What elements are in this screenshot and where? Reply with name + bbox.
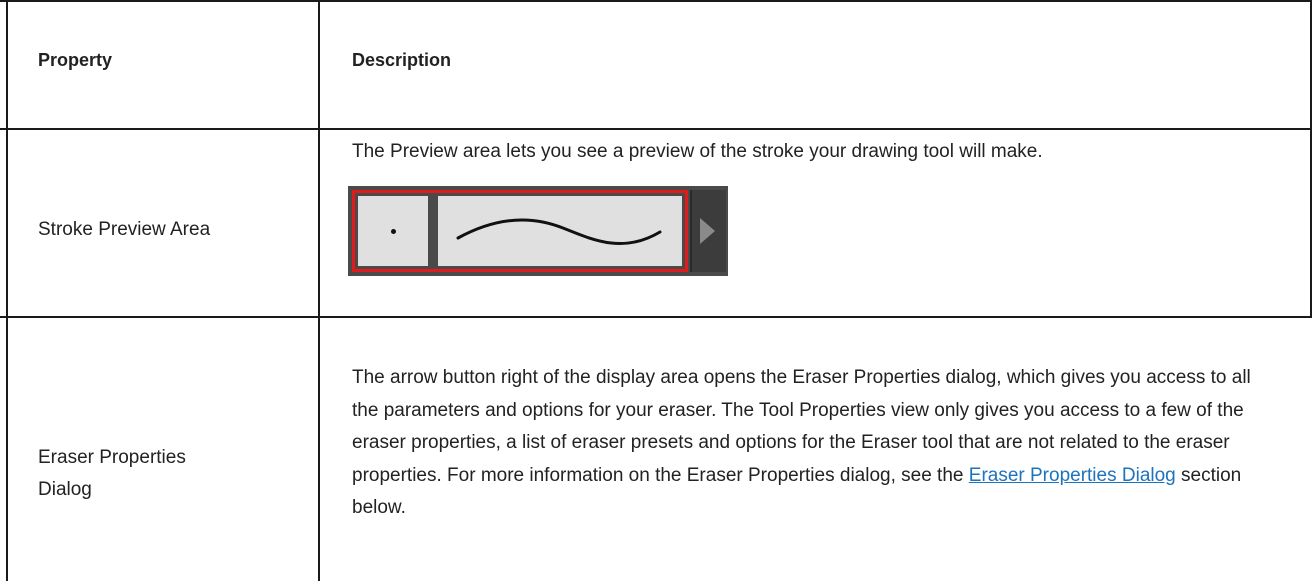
row-2-description: The arrow button right of the display ar… bbox=[352, 362, 1252, 525]
table-left-border bbox=[6, 0, 8, 581]
header-property: Property bbox=[38, 50, 113, 70]
row-2-property-line-2: Dialog bbox=[38, 479, 92, 500]
row-1-description: The Preview area lets you see a preview … bbox=[352, 141, 1043, 162]
property-table: Property Description Stroke Preview Area… bbox=[0, 0, 1312, 581]
tip-dot-icon bbox=[391, 229, 396, 234]
stroke-curve-icon bbox=[456, 218, 662, 246]
row-2-property-line-1: Eraser Properties bbox=[38, 447, 186, 468]
header-description: Description bbox=[352, 50, 452, 70]
column-divider bbox=[318, 0, 320, 581]
header-row-divider bbox=[0, 128, 1312, 130]
right-triangle-icon bbox=[700, 218, 715, 244]
table-top-border bbox=[0, 0, 1312, 2]
eraser-properties-dialog-link[interactable]: Eraser Properties Dialog bbox=[969, 465, 1176, 486]
row-1-property: Stroke Preview Area bbox=[38, 219, 211, 240]
stroke-preview-widget bbox=[348, 186, 728, 276]
row-2-property: Eraser Properties Dialog bbox=[38, 442, 186, 506]
row-divider bbox=[0, 316, 1312, 318]
stroke-preview-box bbox=[438, 196, 682, 266]
tip-preview-box bbox=[358, 196, 428, 266]
eraser-properties-arrow-button[interactable] bbox=[690, 190, 726, 272]
